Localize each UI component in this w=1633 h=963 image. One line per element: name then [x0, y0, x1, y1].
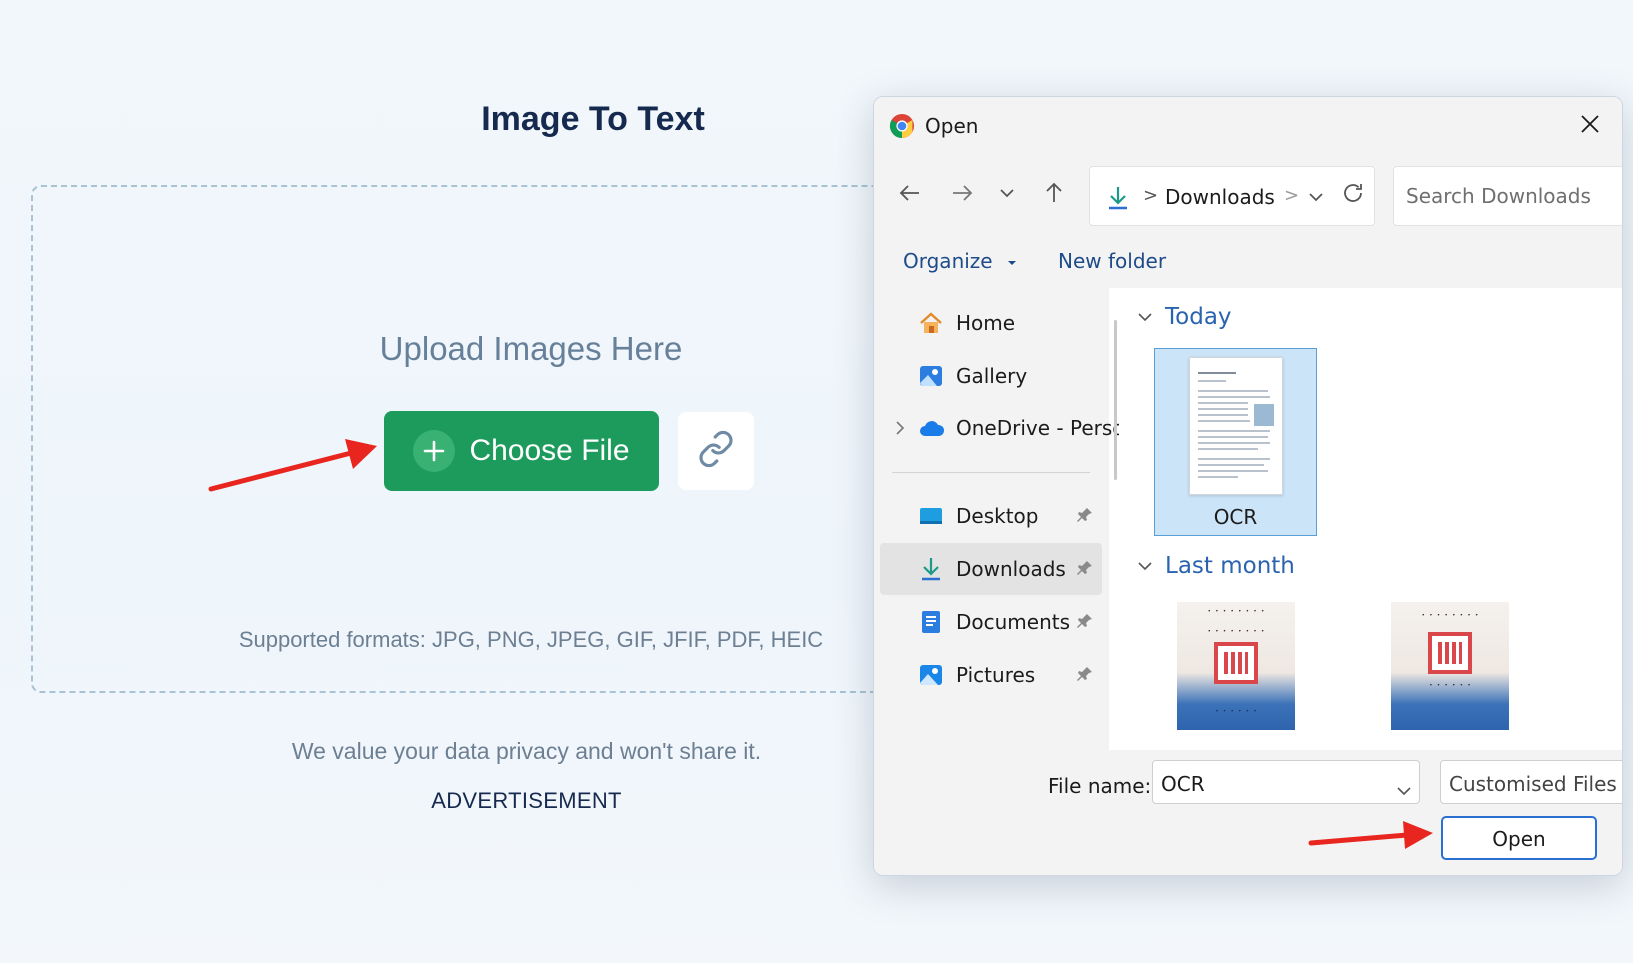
address-bar[interactable]: > Downloads > [1089, 166, 1375, 226]
plus-icon [413, 430, 456, 472]
sidebar-item-label: Documents [956, 610, 1071, 634]
sidebar-item-downloads[interactable]: Downloads [880, 543, 1102, 595]
download-icon [918, 556, 944, 582]
annotation-arrow-choose-file [208, 439, 377, 492]
pin-icon[interactable] [1076, 506, 1094, 528]
collapse-chevron-icon [1138, 313, 1152, 322]
dialog-title: Open [925, 114, 979, 138]
pin-icon[interactable] [1076, 612, 1094, 634]
collapse-chevron-icon [1138, 562, 1152, 571]
annotation-arrow-open-button [1308, 821, 1433, 849]
file-name-value: OCR [1161, 772, 1205, 796]
pin-icon[interactable] [1076, 665, 1094, 687]
dialog-footer: File name: OCR Customised Files Open [874, 750, 1622, 875]
breadcrumb-separator-trailing: > [1284, 185, 1300, 206]
link-upload-button[interactable] [678, 412, 754, 490]
file-list: Today OCR Last month · · · · · · · · · ·… [1119, 288, 1622, 750]
choose-file-button[interactable]: Choose File [384, 411, 659, 491]
navigation-bar: > Downloads > Search Downloads [874, 153, 1622, 233]
document-thumbnail [1189, 357, 1283, 495]
file-name-input[interactable]: OCR [1152, 760, 1420, 804]
chrome-logo-icon [889, 113, 915, 143]
recent-locations-chevron-icon[interactable] [998, 181, 1016, 209]
file-name-label: File name: [1048, 774, 1152, 798]
file-item-ocr[interactable]: OCR [1154, 348, 1317, 536]
sidebar-item-gallery[interactable]: Gallery [880, 350, 1102, 402]
navigation-pane-scrollbar[interactable] [1114, 320, 1117, 480]
command-bar: Organize New folder [874, 233, 1622, 288]
desktop-icon [918, 503, 944, 529]
documents-icon [918, 609, 944, 635]
expand-chevron-icon[interactable] [894, 419, 906, 441]
sidebar-divider [892, 472, 1090, 473]
dialog-titlebar: Open [874, 97, 1622, 153]
sidebar-item-label: Downloads [956, 557, 1066, 581]
close-icon[interactable] [1580, 114, 1600, 138]
sidebar-item-label: Gallery [956, 364, 1028, 388]
file-type-filter-select[interactable]: Customised Files [1440, 760, 1622, 804]
file-name: OCR [1213, 505, 1258, 529]
group-header-last-month[interactable]: Last month [1137, 553, 1295, 579]
group-label: Today [1165, 304, 1232, 330]
sidebar-item-home[interactable]: Home [880, 297, 1102, 349]
sidebar-item-desktop[interactable]: Desktop [880, 490, 1102, 542]
group-header-today[interactable]: Today [1137, 304, 1232, 330]
organize-menu[interactable]: Organize [903, 249, 1019, 273]
forward-arrow-icon[interactable] [950, 181, 974, 209]
sidebar-item-label: Desktop [956, 504, 1039, 528]
choose-file-label: Choose File [469, 434, 630, 467]
pin-icon[interactable] [1076, 559, 1094, 581]
link-icon [697, 430, 735, 473]
navigation-pane: Home Gallery OneDrive - Perso Desktop Do… [874, 288, 1125, 750]
cloud-icon [918, 415, 945, 441]
sidebar-item-pictures[interactable]: Pictures [880, 649, 1102, 701]
file-name-dropdown-icon[interactable] [1396, 778, 1412, 802]
sidebar-item-label: Home [956, 311, 1016, 335]
search-input[interactable]: Search Downloads [1393, 166, 1622, 226]
open-button[interactable]: Open [1441, 816, 1597, 860]
organize-dropdown-icon [1007, 260, 1016, 265]
file-item-photo[interactable]: · · · · · · · · · · · · · · [1391, 602, 1509, 730]
open-file-dialog: Open > Downloads > Search Downloads Orga… [873, 96, 1623, 876]
refresh-icon[interactable] [1341, 181, 1365, 209]
up-arrow-icon[interactable] [1042, 181, 1066, 209]
address-history-chevron-icon[interactable] [1307, 189, 1325, 208]
sidebar-item-label: Pictures [956, 663, 1036, 687]
sidebar-item-onedrive[interactable]: OneDrive - Perso [880, 402, 1125, 454]
sidebar-item-label: OneDrive - Perso [956, 416, 1125, 440]
back-arrow-icon[interactable] [898, 181, 922, 209]
downloads-address-icon [1106, 185, 1130, 215]
pictures-icon [918, 662, 944, 688]
breadcrumb-downloads[interactable]: Downloads [1165, 185, 1275, 209]
gallery-icon [918, 363, 944, 389]
sidebar-item-documents[interactable]: Documents [880, 596, 1102, 648]
organize-label: Organize [903, 249, 993, 273]
breadcrumb-separator: > [1143, 185, 1159, 206]
group-label: Last month [1165, 553, 1295, 579]
home-icon [918, 310, 944, 336]
file-item-photo[interactable]: · · · · · · · · · · · · · · · · · · · · … [1177, 602, 1295, 730]
new-folder-button[interactable]: New folder [1058, 249, 1166, 273]
